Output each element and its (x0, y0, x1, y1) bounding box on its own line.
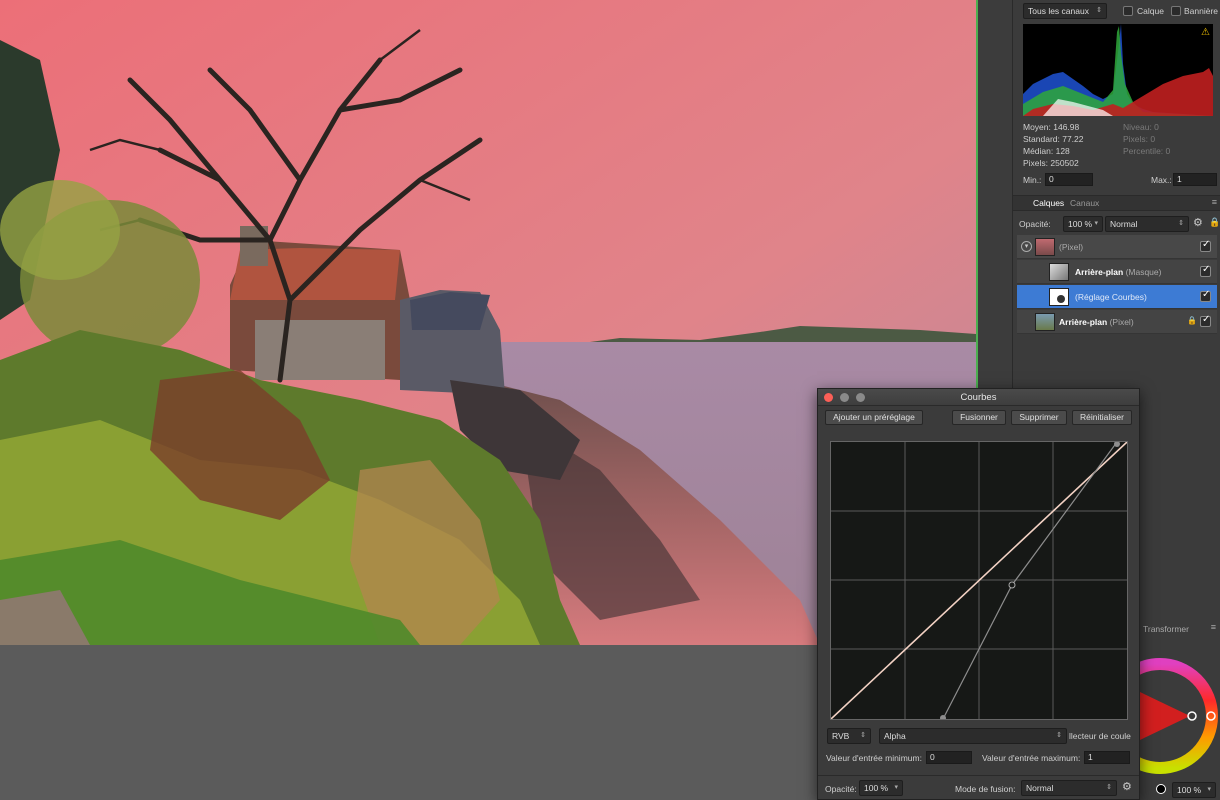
curve-point[interactable] (1008, 581, 1016, 589)
tab-calques[interactable]: Calques (1033, 198, 1064, 208)
layer-row-curves[interactable]: (Réglage Courbes) (1017, 285, 1217, 309)
picker-label[interactable]: llecteur de coule (1069, 731, 1131, 741)
expand-icon[interactable]: ▾ (1021, 241, 1032, 252)
tab-transformer[interactable]: Transformer (1143, 624, 1189, 634)
input-max-label: Valeur d'entrée maximum: (982, 753, 1081, 763)
chevron-updown-icon: ⇕ (1056, 732, 1062, 739)
layer-row-background[interactable]: Arrière-plan (Pixel) 🔒 (1017, 310, 1217, 334)
maximize-icon[interactable] (856, 393, 865, 402)
zoom-select[interactable]: 100 % ▾ (1172, 782, 1216, 798)
chevron-updown-icon: ⇕ (860, 732, 866, 739)
layers-opacity-label: Opacité: (1019, 219, 1051, 229)
layers-blend-value: Normal (1110, 219, 1138, 229)
dialog-titlebar[interactable]: Courbes (818, 389, 1139, 406)
layer-visibility-checkbox[interactable] (1200, 264, 1211, 277)
max-field[interactable]: 1 (1173, 173, 1217, 186)
layer-name: Arrière-plan (Pixel) (1059, 317, 1134, 327)
histogram-channel-select[interactable]: Tous les canaux ⇕ (1023, 3, 1107, 19)
color-panel: Transformer ≡ 100 % ▾ (1110, 600, 1220, 800)
gear-icon[interactable]: ⚙ (1193, 216, 1203, 229)
chevron-down-icon: ▾ (1094, 220, 1098, 227)
dialog-opacity-select[interactable]: 100 % ▾ (859, 780, 903, 796)
layer-thumbnail (1035, 313, 1055, 331)
curve-editor[interactable] (830, 441, 1128, 721)
layer-visibility-checkbox[interactable] (1200, 239, 1211, 252)
histogram-channel-value: Tous les canaux (1028, 6, 1089, 16)
warning-icon: ⚠ (1201, 27, 1210, 38)
layers-opacity-value: 100 % (1068, 219, 1093, 229)
minimize-icon[interactable] (840, 393, 849, 402)
stat-percentile: Percentile: 0 (1123, 146, 1171, 156)
curve-point[interactable] (1114, 441, 1120, 447)
stat-pixels: Pixels: 250502 (1023, 158, 1079, 168)
chevron-updown-icon: ⇕ (1096, 7, 1102, 14)
color-space-value: RVB (832, 731, 850, 741)
lock-icon[interactable]: 🔒 (1187, 316, 1197, 325)
chevron-updown-icon: ⇕ (1178, 220, 1184, 227)
max-label: Max.: (1151, 175, 1172, 185)
min-field[interactable]: 0 (1045, 173, 1093, 186)
chevron-updown-icon: ⇕ (1106, 784, 1112, 791)
stat-median: Médian: 128 (1023, 146, 1070, 156)
delete-button[interactable]: Supprimer (1011, 410, 1067, 425)
histogram: ⚠ (1023, 24, 1213, 116)
stat-level: Niveau: 0 (1123, 122, 1159, 132)
blend-mode-label: Mode de fusion: (955, 784, 1016, 794)
divider (818, 775, 1139, 776)
input-max-field[interactable]: 1 (1084, 751, 1130, 764)
panel-menu-icon[interactable]: ≡ (1212, 197, 1217, 207)
stat-level-pixels: Pixels: 0 (1123, 134, 1156, 144)
layer-row-mask[interactable]: Arrière-plan (Masque) (1017, 260, 1217, 284)
color-swatch[interactable] (1156, 784, 1166, 794)
banniere-checkbox[interactable] (1171, 6, 1181, 16)
layer-name: Arrière-plan (Masque) (1075, 267, 1162, 277)
layer-visibility-checkbox[interactable] (1200, 289, 1211, 302)
input-min-field[interactable]: 0 (926, 751, 972, 764)
input-min-label: Valeur d'entrée minimum: (826, 753, 922, 763)
layer-thumbnail (1049, 288, 1069, 306)
channel-select[interactable]: Alpha ⇕ (879, 728, 1067, 744)
chevron-down-icon: ▾ (1207, 786, 1211, 793)
add-preset-button[interactable]: Ajouter un préréglage (825, 410, 923, 425)
stat-mean: Moyen: 146.98 (1023, 122, 1080, 132)
calque-label: Calque (1137, 6, 1164, 16)
calque-checkbox[interactable] (1123, 6, 1133, 16)
dialog-title: Courbes (960, 392, 997, 403)
dialog-opacity-value: 100 % (864, 783, 889, 793)
dialog-opacity-label: Opacité: (825, 784, 857, 794)
blend-mode-select[interactable]: Normal ⇕ (1021, 780, 1117, 796)
layer-thumbnail (1035, 238, 1055, 256)
reset-button[interactable]: Réinitialiser (1072, 410, 1132, 425)
close-icon[interactable] (824, 393, 833, 402)
layer-name: (Réglage Courbes) (1075, 292, 1147, 302)
layers-opacity-select[interactable]: 100 % ▾ (1063, 216, 1103, 232)
adjustment-icon (1057, 295, 1065, 303)
layer-row-group[interactable]: ▾ (Pixel) (1017, 235, 1217, 259)
stat-std: Standard: 77.22 (1023, 134, 1084, 144)
layer-name: (Pixel) (1059, 242, 1084, 252)
layers-tabbar: Calques Canaux ≡ (1013, 195, 1220, 211)
tab-canaux[interactable]: Canaux (1070, 198, 1099, 208)
panel-menu-icon[interactable]: ≡ (1211, 622, 1216, 632)
channel-value: Alpha (884, 731, 906, 741)
layer-visibility-checkbox[interactable] (1200, 314, 1211, 327)
blend-mode-value: Normal (1026, 783, 1054, 793)
curves-dialog: Courbes Ajouter un préréglage Fusionner … (817, 388, 1140, 800)
layer-thumbnail (1049, 263, 1069, 281)
zoom-value: 100 % (1177, 785, 1202, 795)
layers-blend-select[interactable]: Normal ⇕ (1105, 216, 1189, 232)
banniere-label: Bannière (1184, 6, 1219, 16)
merge-button[interactable]: Fusionner (952, 410, 1006, 425)
chevron-down-icon: ▾ (894, 784, 898, 791)
gear-icon[interactable]: ⚙ (1122, 780, 1132, 793)
lock-icon[interactable]: 🔒 (1209, 217, 1220, 228)
min-label: Min.: (1023, 175, 1042, 185)
color-space-select[interactable]: RVB ⇕ (827, 728, 871, 744)
